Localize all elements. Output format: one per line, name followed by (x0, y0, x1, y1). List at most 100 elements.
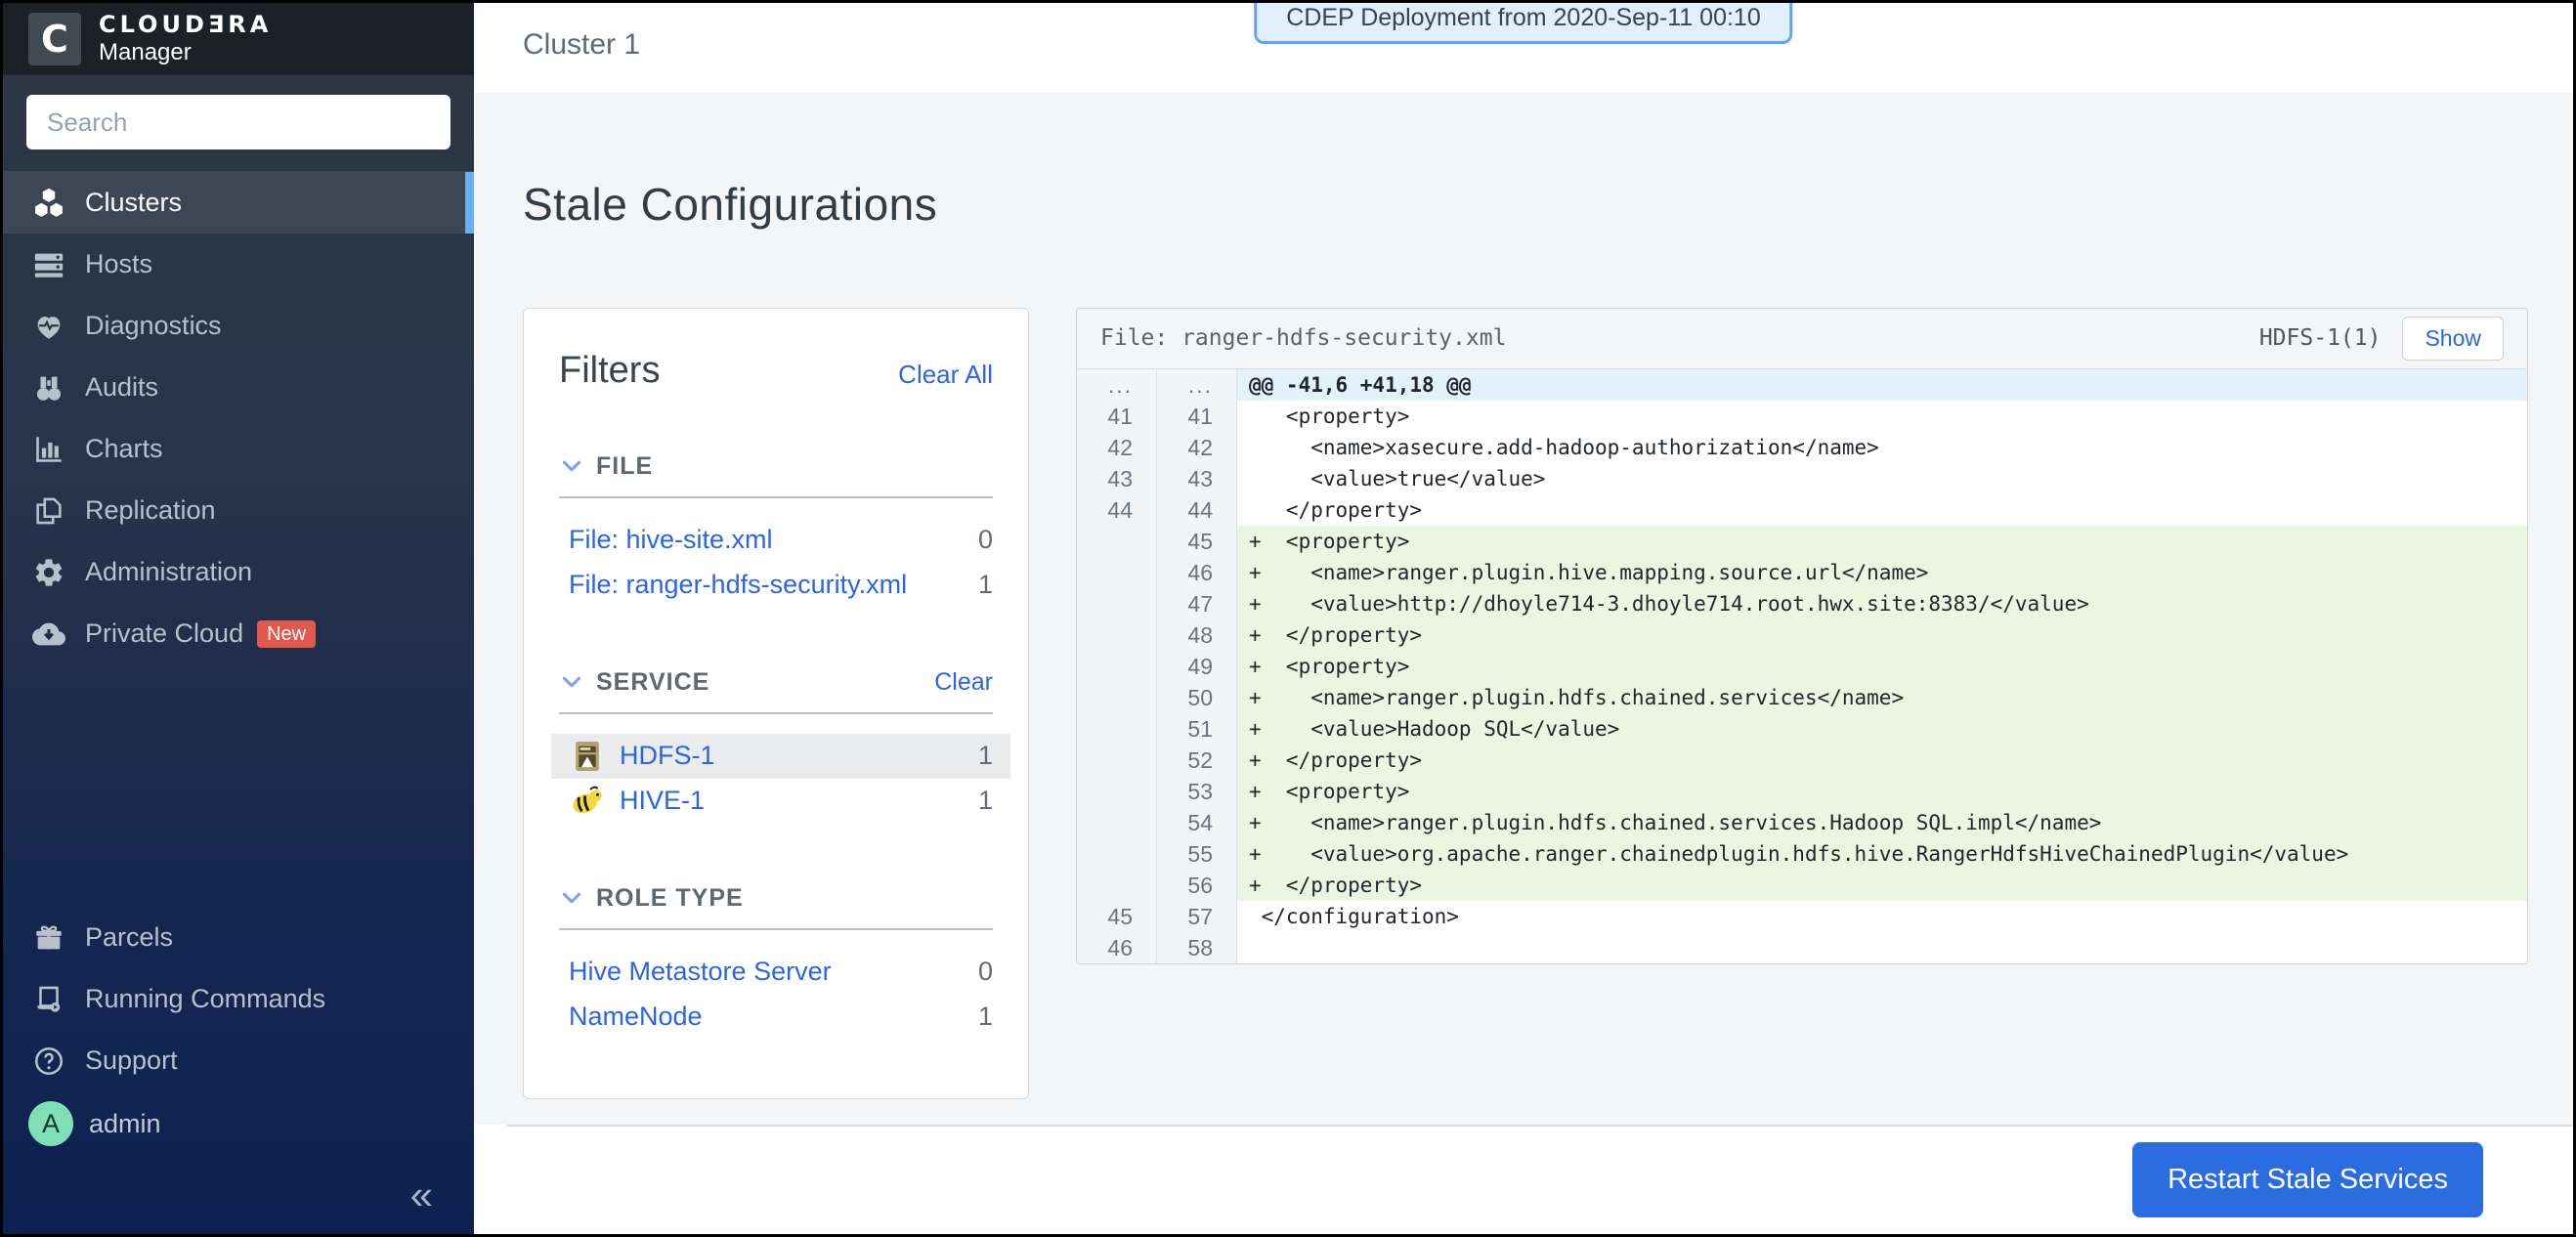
diff-row: 52+ </property> (1077, 745, 2527, 776)
diff-gutter-old (1077, 745, 1157, 776)
filter-section-file: FILEFile: hive-site.xml0File: ranger-hdf… (559, 452, 993, 608)
page-title: Stale Configurations (474, 123, 2573, 231)
diff-body: ......@@ -41,6 +41,18 @@4141 <property>4… (1077, 369, 2527, 963)
filter-items: Hive Metastore Server0NameNode1 (559, 950, 993, 1040)
filter-item-link[interactable]: HDFS-1 (620, 741, 978, 771)
sidebar-item-label: Parcels (85, 922, 173, 953)
filter-item-count: 1 (978, 741, 993, 771)
logo-letter: C (41, 21, 68, 58)
sidebar-item-diagnostics[interactable]: Diagnostics (3, 295, 474, 357)
diff-row: 45+ <property> (1077, 526, 2527, 557)
running-commands-icon (32, 983, 65, 1016)
filter-section-header: ROLE TYPE (559, 884, 993, 913)
diff-gutter-new: 44 (1157, 494, 1237, 526)
sidebar-item-replication[interactable]: Replication (3, 480, 474, 541)
clear-all-link[interactable]: Clear All (898, 360, 993, 390)
hive-service-icon (569, 783, 606, 820)
restart-stale-services-button[interactable]: Restart Stale Services (2132, 1142, 2483, 1217)
diff-gutter-old: 45 (1077, 901, 1157, 932)
diff-gutter-old (1077, 619, 1157, 651)
filter-item-count: 1 (978, 570, 993, 600)
sidebar-item-hosts[interactable]: Hosts (3, 234, 474, 295)
filter-section-role-type: ROLE TYPE Hive Metastore Server0NameNode1 (559, 884, 993, 1040)
diff-row: ......@@ -41,6 +41,18 @@ (1077, 369, 2527, 401)
cloudera-logo-icon: C (28, 13, 81, 65)
chevron-down-icon[interactable] (559, 885, 584, 911)
sidebar-item-clusters[interactable]: Clusters (3, 172, 474, 234)
diff-line: + </property> (1237, 745, 2527, 776)
diff-gutter-old: 41 (1077, 401, 1157, 432)
diff-gutter-old: ... (1077, 369, 1157, 401)
diff-row: 51+ <value>Hadoop SQL</value> (1077, 713, 2527, 745)
filter-item-link[interactable]: HIVE-1 (620, 786, 978, 816)
diff-gutter-new: 43 (1157, 463, 1237, 494)
divider (559, 496, 993, 498)
filter-items: File: hive-site.xml0File: ranger-hdfs-se… (559, 518, 993, 608)
chevron-down-icon[interactable] (559, 669, 584, 695)
filters-panel: Filters Clear All FILEFile: hive-site.xm… (523, 308, 1029, 1099)
filter-clear-link[interactable]: Clear (934, 668, 993, 697)
diff-row: 4557 </configuration> (1077, 901, 2527, 932)
sidebar-item-private-cloud[interactable]: Private CloudNew (3, 603, 474, 664)
support-icon (32, 1045, 65, 1078)
footer-bar: Restart Stale Services (474, 1125, 2573, 1234)
diff-panel: File: ranger-hdfs-security.xml HDFS-1(1)… (1076, 308, 2528, 964)
administration-icon (32, 556, 65, 589)
sidebar-item-label: Private Cloud (85, 618, 243, 649)
diff-row: 53+ <property> (1077, 776, 2527, 807)
diff-gutter-new: 53 (1157, 776, 1237, 807)
collapse-sidebar-icon[interactable]: « (410, 1174, 433, 1216)
filter-items: HDFS-11HIVE-11 (559, 734, 993, 824)
content-row: Filters Clear All FILEFile: hive-site.xm… (474, 261, 2573, 1099)
sidebar-item-label: Audits (85, 372, 158, 403)
diff-gutter-old: 46 (1077, 932, 1157, 963)
sidebar-item-support[interactable]: Support (3, 1030, 474, 1091)
filters-title: Filters (559, 350, 660, 392)
sidebar-item-admin-user[interactable]: A admin (3, 1091, 474, 1156)
sidebar-item-running-commands[interactable]: Running Commands (3, 968, 474, 1030)
brand-product: Manager (99, 39, 272, 66)
diff-gutter-old (1077, 713, 1157, 745)
audits-icon (32, 371, 65, 405)
hdfs-service-icon (569, 738, 606, 775)
diff-line: + <value>Hadoop SQL</value> (1237, 713, 2527, 745)
diff-line: + <property> (1237, 651, 2527, 682)
filter-item-count: 0 (978, 525, 993, 555)
sidebar-item-administration[interactable]: Administration (3, 541, 474, 603)
diff-gutter-old (1077, 588, 1157, 619)
sidebar-item-audits[interactable]: Audits (3, 357, 474, 418)
sidebar-item-label: Replication (85, 495, 216, 526)
diff-row: 4444 </property> (1077, 494, 2527, 526)
filter-item-count: 1 (978, 1002, 993, 1032)
diff-gutter-new: 56 (1157, 870, 1237, 901)
filter-item-link[interactable]: Hive Metastore Server (569, 957, 978, 987)
diff-gutter-new: 51 (1157, 713, 1237, 745)
main-content: Cluster 1 CDEP Deployment from 2020-Sep-… (474, 3, 2573, 1234)
diff-gutter-new: 48 (1157, 619, 1237, 651)
diff-scope-label: HDFS-1(1) (2259, 325, 2382, 351)
sidebar-bottom: Parcels Running Commands Support A admin « (3, 907, 474, 1234)
sidebar-item-label: Administration (85, 557, 252, 587)
parcels-icon (32, 921, 65, 955)
diff-gutter-old: 42 (1077, 432, 1157, 463)
deployment-banner: CDEP Deployment from 2020-Sep-11 00:10 (1254, 3, 1792, 44)
show-button[interactable]: Show (2402, 317, 2504, 361)
sidebar-nav-bottom: Parcels Running Commands Support (3, 907, 474, 1091)
diff-line: </property> (1237, 494, 2527, 526)
filter-item-link[interactable]: NameNode (569, 1002, 978, 1032)
filter-section-label: SERVICE (596, 668, 934, 697)
search-input[interactable] (26, 95, 451, 149)
chevron-down-icon[interactable] (559, 453, 584, 479)
charts-icon (32, 433, 65, 466)
diff-gutter-old (1077, 557, 1157, 588)
sidebar-item-parcels[interactable]: Parcels (3, 907, 474, 968)
hosts-icon (32, 248, 65, 281)
filter-item-link[interactable]: File: hive-site.xml (569, 525, 978, 555)
sidebar-item-charts[interactable]: Charts (3, 418, 474, 480)
sidebar-item-label: Running Commands (85, 984, 325, 1014)
clusters-icon (32, 187, 65, 220)
filter-section-service: SERVICEClear HDFS-11HIVE-11 (559, 668, 993, 824)
app-window: C CLOUDƎRA Manager ClustersHostsDiagnost… (0, 0, 2576, 1237)
filter-item-link[interactable]: File: ranger-hdfs-security.xml (569, 570, 978, 600)
sidebar-item-label: Diagnostics (85, 311, 222, 341)
